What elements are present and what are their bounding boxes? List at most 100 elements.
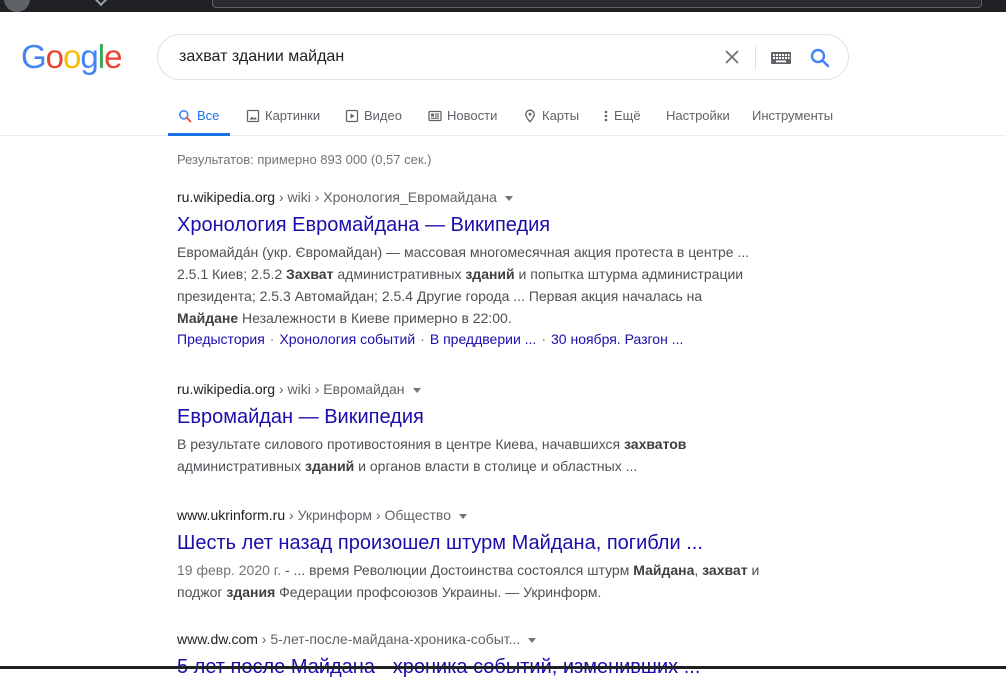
search-result: www.dw.com › 5-лет-после-майдана-хроника… <box>177 630 777 680</box>
result-path: › wiki › Евромайдан <box>275 381 405 397</box>
logo-letter: o <box>63 38 81 75</box>
result-menu-caret-icon[interactable] <box>459 513 468 519</box>
tab-2[interactable]: Видео <box>345 96 402 135</box>
snippet-text: президента; 2.5.3 Автомайдан; 2.5.4 Друг… <box>177 288 703 304</box>
search-box[interactable]: захват здании майдан <box>157 34 849 80</box>
result-stats: Результатов: примерно 893 000 (0,57 сек.… <box>177 152 432 167</box>
snippet-text: административных <box>177 458 305 474</box>
result-snippet: Евромайда́н (укр. Євромайдан) — массовая… <box>177 241 777 329</box>
snippet-highlight: Захват <box>286 266 334 282</box>
browser-chevron-icon[interactable] <box>93 0 109 7</box>
search-tabs: Все Картинки Видео Новости Карты Ещё Настройки… <box>0 96 1006 136</box>
snippet-line: Майдане Незалежности в Киеве примерно в … <box>177 307 777 329</box>
snippet-highlight: Майдане <box>177 310 239 326</box>
search-result: ru.wikipedia.org › wiki › Евромайдан Евро… <box>177 380 777 477</box>
result-path: › wiki › Хронология_Евромайдана <box>275 189 497 205</box>
result-snippet: В результате силового противостояния в ц… <box>177 433 777 477</box>
sitelink[interactable]: Предыстория <box>177 331 265 347</box>
logo-letter: o <box>45 38 64 75</box>
news-icon <box>428 109 442 123</box>
snippet-highlight: зданий <box>304 458 355 474</box>
tab-label: Карты <box>542 107 580 123</box>
result-url[interactable]: www.ukrinform.ru › Укринформ › Общество <box>177 506 777 524</box>
search-box-divider <box>755 46 756 70</box>
tab-4[interactable]: Карты <box>523 96 579 135</box>
snippet-line: 19 февр. 2020 г. - ... время Революции Д… <box>177 559 777 581</box>
map-pin-icon <box>523 109 537 123</box>
snippet-highlight: захват <box>702 562 748 578</box>
browser-address-bar[interactable] <box>212 0 982 8</box>
tab-label: Инструменты <box>752 107 834 123</box>
browser-chrome-strip <box>0 0 1006 12</box>
logo-letter: G <box>21 38 47 75</box>
result-domain: www.ukrinform.ru <box>177 507 286 523</box>
snippet-text: , <box>694 562 703 578</box>
tab-3[interactable]: Новости <box>428 96 497 135</box>
result-title-link[interactable]: Евромайдан — Википедия <box>177 404 777 430</box>
result-snippet: 19 февр. 2020 г. - ... время Революции Д… <box>177 559 777 603</box>
snippet-text: Федерации профсоюзов Украины. — Укринфор… <box>275 584 602 600</box>
snippet-line: поджог здания Федерации профсоюзов Украи… <box>177 581 777 603</box>
snippet-text: Незалежности в Киеве примерно в 22:00. <box>238 310 512 326</box>
snippet-highlight: зданий <box>465 266 515 282</box>
snippet-text: административных <box>333 266 466 282</box>
tab-label: Ещё <box>614 107 641 123</box>
result-menu-caret-icon[interactable] <box>504 195 513 201</box>
snippet-line: президента; 2.5.3 Автомайдан; 2.5.4 Друг… <box>177 285 777 307</box>
sitelink[interactable]: Хронология событий <box>279 331 415 347</box>
result-url[interactable]: www.dw.com › 5-лет-после-майдана-хроника… <box>177 630 777 648</box>
tab-5[interactable]: Ещё <box>603 96 641 135</box>
sitelink-separator: · <box>541 331 546 347</box>
tab-label: Настройки <box>666 107 730 123</box>
snippet-text: Евромайда́н (укр. Євромайдан) — массовая… <box>177 244 750 260</box>
result-menu-caret-icon[interactable] <box>528 637 537 643</box>
image-icon <box>246 109 260 123</box>
result-domain: ru.wikipedia.org <box>177 189 276 205</box>
logo-letter: g <box>80 38 98 75</box>
result-title-link[interactable]: Шесть лет назад произошел штурм Майдана,… <box>177 530 777 556</box>
sitelink[interactable]: В преддверии ... <box>430 331 536 347</box>
logo-letter: e <box>104 38 122 75</box>
snippet-text: и попытка штурма администрации <box>514 266 744 282</box>
tab-label: Картинки <box>265 107 321 123</box>
search-icon <box>178 109 192 123</box>
tab-1[interactable]: Картинки <box>246 96 320 135</box>
sitelink-separator: · <box>269 331 275 347</box>
browser-profile-icon[interactable] <box>4 0 30 12</box>
snippet-highlight: здания <box>226 584 276 600</box>
result-sitelinks: Предыстория · Хронология событий · В преддве… <box>177 329 777 349</box>
snippet-line: Евромайда́н (укр. Євромайдан) — массовая… <box>177 241 777 263</box>
result-domain: ru.wikipedia.org <box>177 381 276 397</box>
snippet-text: В результате силового противостояния в ц… <box>177 436 625 452</box>
snippet-text: и органов власти в столице и областных .… <box>354 458 638 474</box>
google-logo[interactable]: Google <box>21 38 122 75</box>
snippet-line: В результате силового противостояния в ц… <box>177 433 777 455</box>
result-path: › 5-лет-после-майдана-хроника-событ... <box>257 631 521 647</box>
snippet-highlight: Майдана <box>633 562 695 578</box>
search-result: www.ukrinform.ru › Укринформ › Общество Ш… <box>177 506 777 603</box>
sitelink[interactable]: 30 ноября. Разгон ... <box>551 331 683 347</box>
search-submit-icon[interactable] <box>808 46 832 70</box>
result-title-link[interactable]: Хронология Евромайдана — Википедия <box>177 212 777 238</box>
search-input[interactable]: захват здании майдан <box>179 48 344 66</box>
result-url[interactable]: ru.wikipedia.org › wiki › Евромайдан <box>177 380 777 398</box>
tab-label: Все <box>197 107 220 123</box>
sitelink-separator: · <box>420 331 425 347</box>
tab-label: Новости <box>447 107 498 123</box>
snippet-line: 2.5.1 Киев; 2.5.2 Захват административны… <box>177 263 777 285</box>
active-tab-indicator <box>168 133 231 136</box>
keyboard-icon[interactable] <box>770 50 792 66</box>
snippet-highlight: захватов <box>624 436 687 452</box>
more-vert-icon <box>603 109 609 123</box>
tab-7[interactable]: Инструменты <box>752 96 833 135</box>
result-path: › Укринформ › Общество <box>285 507 452 523</box>
result-url[interactable]: ru.wikipedia.org › wiki › Хронология_Евр… <box>177 188 777 206</box>
snippet-text: 2.5.1 Киев; 2.5.2 <box>177 266 287 282</box>
snippet-line: административных зданий и органов власти… <box>177 455 777 477</box>
snippet-text: и <box>747 562 760 578</box>
clear-icon[interactable] <box>721 46 743 68</box>
result-domain: www.dw.com <box>177 631 258 647</box>
result-menu-caret-icon[interactable] <box>412 387 421 393</box>
tab-0[interactable]: Все <box>168 96 231 136</box>
tab-6[interactable]: Настройки <box>666 96 730 135</box>
